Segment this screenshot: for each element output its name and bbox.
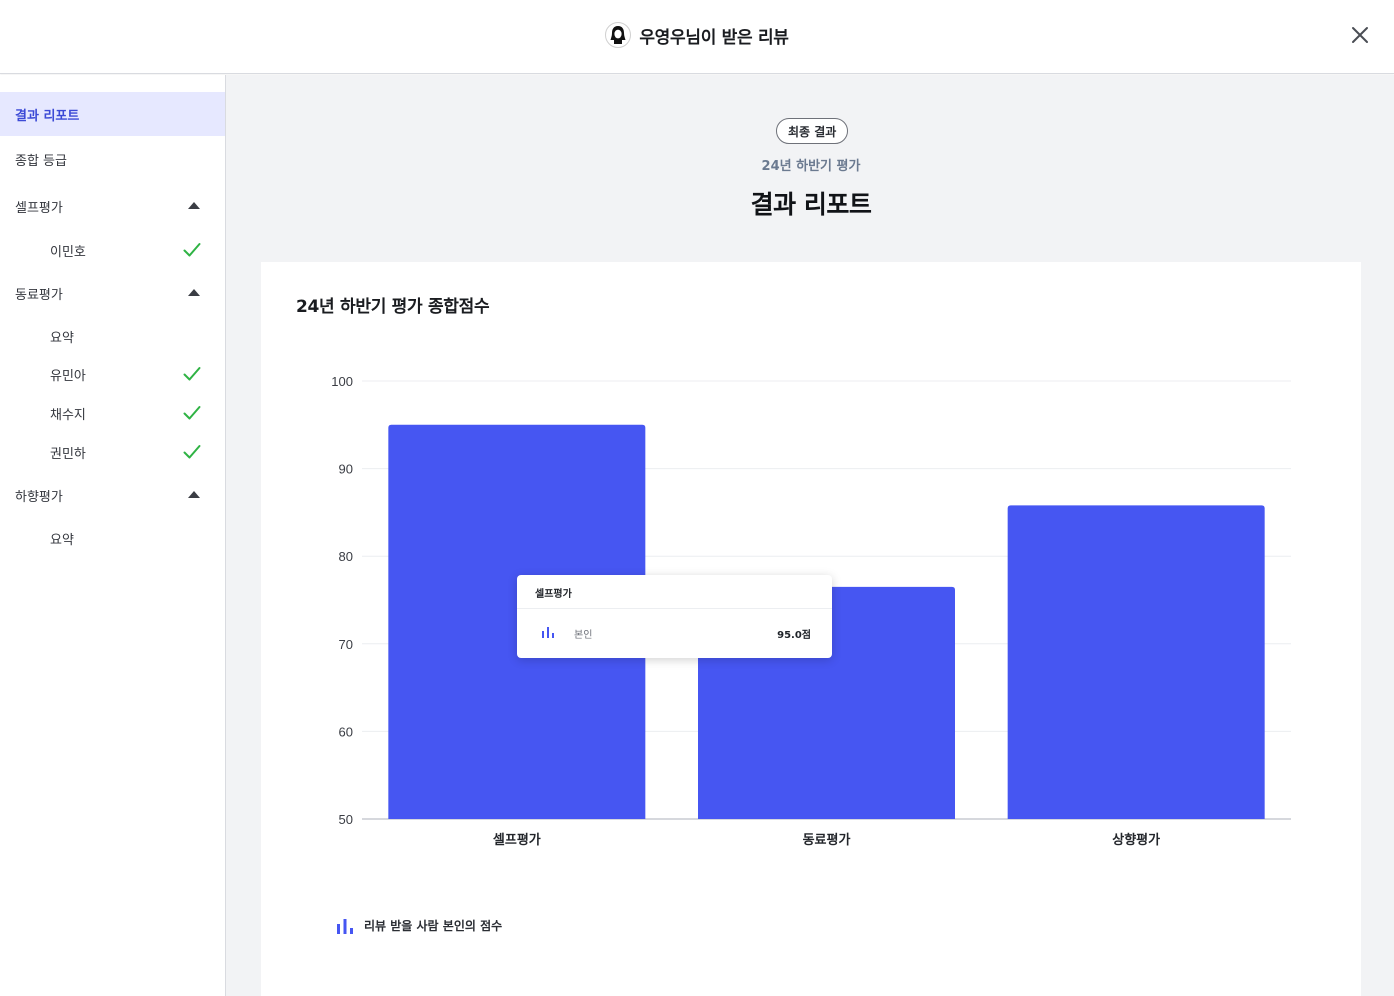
- tooltip-value: 95.0점: [777, 630, 811, 641]
- caret-up-icon[interactable]: [188, 491, 200, 498]
- y-tick-label: 80: [339, 549, 353, 564]
- caret-up-icon[interactable]: [188, 289, 200, 296]
- sidebar-item-label: 유민아: [50, 368, 86, 384]
- legend-label: 리뷰 받을 사람 본인의 점수: [364, 919, 503, 933]
- check-icon: [183, 243, 201, 257]
- bar-chart-icon: [542, 627, 554, 638]
- x-tick-label: 동료평가: [803, 832, 851, 848]
- header: 우영우님이 받은 리뷰: [0, 0, 1394, 74]
- main-content: 최종 결과 24년 하반기 평가 결과 리포트 24년 하반기 평가 종합점수 …: [226, 75, 1394, 996]
- x-tick-label: 셀프평가: [493, 832, 541, 848]
- sidebar-item-label: 종합 등급: [15, 153, 67, 169]
- sidebar-item-label: 요약: [50, 532, 74, 548]
- y-tick-label: 100: [331, 374, 353, 389]
- sidebar-item-reviewer[interactable]: 유민아: [0, 356, 225, 392]
- sidebar-item-peer-summary[interactable]: 요약: [0, 318, 225, 354]
- sidebar-item-label: 채수지: [50, 407, 86, 423]
- y-tick-label: 70: [339, 637, 353, 652]
- sidebar-item-downward-summary[interactable]: 요약: [0, 520, 225, 556]
- user-avatar-icon: [605, 22, 632, 48]
- sidebar-item-result-report[interactable]: 결과 리포트: [0, 92, 225, 136]
- y-tick-label: 60: [339, 724, 353, 739]
- review-period: 24년 하반기 평가: [761, 159, 861, 174]
- tooltip-title: 셀프평가: [535, 589, 572, 600]
- bar-chart-icon: [337, 918, 353, 934]
- check-icon: [183, 445, 201, 459]
- sidebar-item-label: 동료평가: [15, 287, 63, 303]
- sidebar-item-overall-grade[interactable]: 종합 등급: [0, 137, 225, 181]
- sidebar-item-label: 결과 리포트: [15, 108, 80, 124]
- sidebar-item-reviewer[interactable]: 이민호: [0, 232, 225, 268]
- y-tick-label: 90: [339, 462, 353, 477]
- sidebar-item-reviewer[interactable]: 권민하: [0, 434, 225, 470]
- x-tick-label: 상향평가: [1112, 832, 1160, 848]
- check-icon: [183, 406, 201, 420]
- header-title: 우영우님이 받은 리뷰: [639, 27, 789, 48]
- status-badge: 최종 결과: [776, 118, 849, 144]
- sidebar-item-label: 셀프평가: [15, 200, 63, 216]
- header-title-group: 우영우님이 받은 리뷰: [0, 22, 1394, 48]
- sidebar-item-reviewer[interactable]: 채수지: [0, 395, 225, 431]
- sidebar: 결과 리포트 종합 등급 셀프평가 이민호 동료평가 요약 유민아 채수지 권민…: [0, 75, 226, 996]
- tooltip-series-label: 본인: [574, 630, 593, 641]
- caret-up-icon[interactable]: [188, 202, 200, 209]
- sidebar-item-label: 권민하: [50, 446, 86, 462]
- sidebar-item-self-review[interactable]: 셀프평가: [0, 184, 225, 228]
- chart-legend[interactable]: 리뷰 받을 사람 본인의 점수: [336, 917, 502, 934]
- close-button[interactable]: [1348, 23, 1372, 47]
- tooltip-divider: [517, 608, 832, 609]
- close-icon: [1352, 27, 1368, 43]
- check-icon: [183, 367, 201, 381]
- score-card: 24년 하반기 평가 종합점수 50 60 70 80 90 100 셀프평가 동료평가 상향평…: [261, 262, 1361, 996]
- y-tick-label: 50: [339, 812, 353, 827]
- sidebar-item-label: 요약: [50, 330, 74, 346]
- page-title: 결과 리포트: [750, 190, 872, 219]
- sidebar-item-label: 하향평가: [15, 489, 63, 505]
- bar: [1007, 505, 1265, 819]
- chart-tooltip: 셀프평가 본인 95.0점: [517, 575, 832, 658]
- sidebar-item-peer-review[interactable]: 동료평가: [0, 271, 225, 315]
- sidebar-item-label: 이민호: [50, 244, 86, 260]
- sidebar-item-downward-review[interactable]: 하향평가: [0, 473, 225, 517]
